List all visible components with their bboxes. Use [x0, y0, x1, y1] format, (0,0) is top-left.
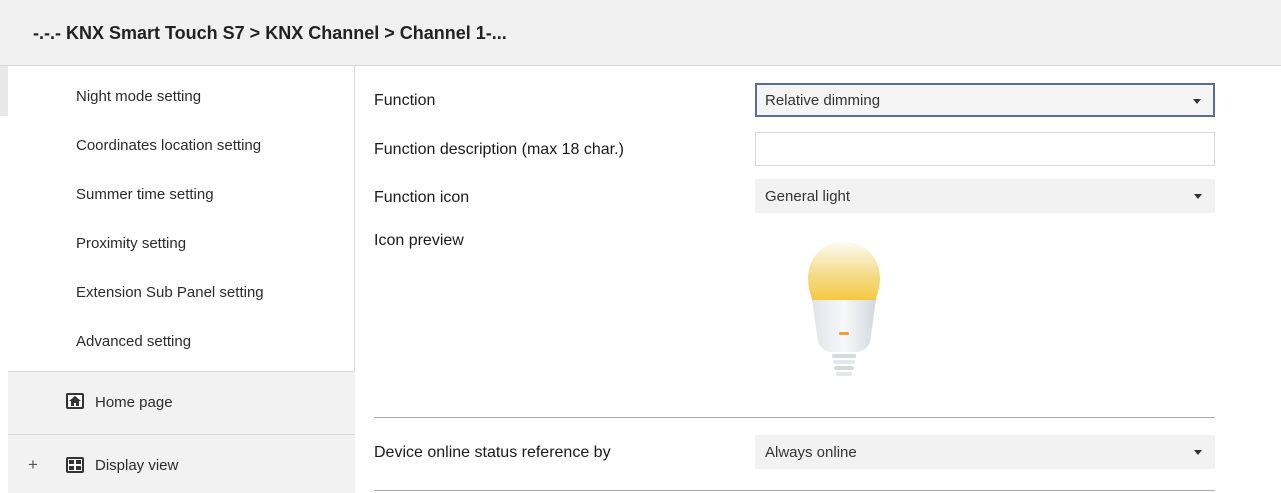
- sidebar-item-summer-time[interactable]: Summer time setting: [76, 186, 214, 203]
- sidebar-item-night-mode[interactable]: Night mode setting: [76, 88, 201, 105]
- display-view-label: Display view: [95, 457, 179, 474]
- online-status-value: Always online: [765, 444, 857, 461]
- sidebar-item-extension[interactable]: Extension Sub Panel setting: [76, 284, 264, 301]
- sidebar-item-display-view[interactable]: + Display view: [8, 435, 355, 493]
- sidebar-item-advanced[interactable]: Advanced setting: [76, 333, 191, 350]
- sidebar: Night mode setting Coordinates location …: [8, 66, 355, 493]
- light-bulb-icon: [808, 242, 880, 376]
- parameter-panel: Function Relative dimming Function descr…: [356, 66, 1281, 493]
- breadcrumb: -.-.- KNX Smart Touch S7 > KNX Channel >…: [33, 23, 507, 43]
- function-value: Relative dimming: [765, 92, 881, 109]
- expand-icon[interactable]: +: [28, 455, 38, 475]
- function-select[interactable]: Relative dimming: [755, 83, 1215, 117]
- section-divider: [374, 490, 1215, 491]
- title-bar: -.-.- KNX Smart Touch S7 > KNX Channel >…: [0, 0, 1281, 66]
- chevron-down-icon: [1194, 194, 1202, 199]
- home-page-label: Home page: [95, 394, 173, 411]
- left-edge-marker: [0, 66, 8, 116]
- chevron-down-icon: [1194, 450, 1202, 455]
- function-icon-label: Function icon: [374, 189, 470, 206]
- grid-icon: [66, 457, 84, 473]
- sidebar-item-proximity[interactable]: Proximity setting: [76, 235, 186, 252]
- sidebar-item-home-page[interactable]: Home page: [8, 372, 355, 434]
- icon-preview-label: Icon preview: [374, 232, 464, 249]
- sidebar-item-coordinates[interactable]: Coordinates location setting: [76, 137, 261, 154]
- function-icon-select[interactable]: General light: [755, 179, 1215, 213]
- function-description-input[interactable]: [755, 132, 1215, 166]
- function-description-label: Function description (max 18 char.): [374, 141, 624, 158]
- online-status-label: Device online status reference by: [374, 444, 611, 461]
- chevron-down-icon: [1193, 99, 1201, 104]
- home-icon: [66, 393, 84, 409]
- function-label: Function: [374, 92, 436, 109]
- function-icon-value: General light: [765, 188, 851, 205]
- online-status-select[interactable]: Always online: [755, 435, 1215, 469]
- section-divider: [374, 417, 1215, 418]
